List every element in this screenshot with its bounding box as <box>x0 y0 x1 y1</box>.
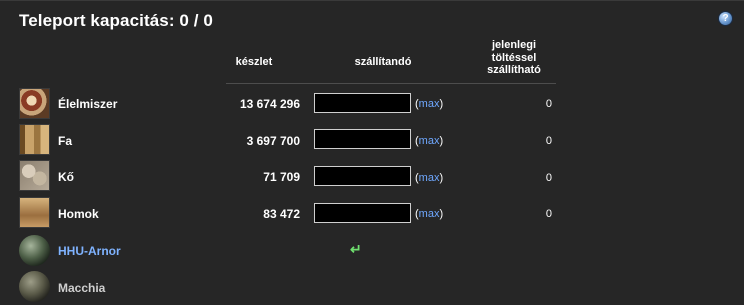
resource-row-food: Élelmiszer 13 674 296 (max) 0 <box>0 88 744 122</box>
food-max-link[interactable]: max <box>419 98 440 110</box>
resource-stock: 71 709 <box>263 170 300 184</box>
max-link-wrapper: (max) <box>415 135 444 147</box>
resource-name: Kő <box>58 170 74 184</box>
sand-icon <box>19 197 50 228</box>
max-link-wrapper: (max) <box>415 172 444 184</box>
resource-name: Fa <box>58 134 73 148</box>
sand-amount-input[interactable] <box>314 203 411 223</box>
stone-amount-input[interactable] <box>314 166 411 186</box>
food-icon <box>19 88 50 119</box>
max-link-wrapper: (max) <box>415 208 444 220</box>
max-link-wrapper: (max) <box>415 98 444 110</box>
wood-icon <box>19 124 50 155</box>
resource-row-stone: Kő 71 709 (max) 0 <box>0 160 744 194</box>
teleport-panel: Teleport kapacitás: 0 / 0 ? készlet szál… <box>0 0 744 302</box>
wood-amount-input[interactable] <box>314 129 411 149</box>
resource-name: Élelmiszer <box>58 97 118 111</box>
return-arrow-icon: ↵ <box>350 241 362 257</box>
column-header-capacity: jelenlegi töltéssel szállítható <box>462 39 566 77</box>
resource-stock: 13 674 296 <box>239 97 300 111</box>
column-header-capacity-line2: töltéssel <box>491 51 537 64</box>
resource-capacity: 0 <box>545 135 552 147</box>
food-amount-input[interactable] <box>314 93 411 113</box>
destination-name-link[interactable]: HHU-Arnor <box>58 244 121 258</box>
wood-max-link[interactable]: max <box>419 135 440 147</box>
stone-icon <box>19 160 50 191</box>
resource-row-wood: Fa 3 697 700 (max) 0 <box>0 124 744 158</box>
column-header-transport: szállítandó <box>354 56 412 68</box>
resource-capacity: 0 <box>545 208 552 220</box>
sand-max-link[interactable]: max <box>419 208 440 220</box>
column-header-stock: készlet <box>235 56 273 68</box>
destination-row-hhu-arnor[interactable]: HHU-Arnor ↵ <box>0 235 744 269</box>
resource-stock: 83 472 <box>263 207 300 221</box>
column-header-capacity-line1: jelenlegi <box>491 39 537 51</box>
planet-icon <box>19 271 50 302</box>
destination-name[interactable]: Macchia <box>58 281 105 295</box>
resource-capacity: 0 <box>545 98 552 110</box>
page-title: Teleport kapacitás: 0 / 0 <box>19 11 213 30</box>
header-divider <box>226 83 556 84</box>
stone-max-link[interactable]: max <box>419 172 440 184</box>
resource-capacity: 0 <box>545 172 552 184</box>
resource-row-sand: Homok 83 472 (max) 0 <box>0 197 744 231</box>
help-icon[interactable]: ? <box>719 12 732 25</box>
column-header-capacity-line3: szállítható <box>487 64 541 76</box>
planet-icon <box>19 235 50 266</box>
resource-stock: 3 697 700 <box>246 134 300 148</box>
resource-name: Homok <box>58 207 99 221</box>
